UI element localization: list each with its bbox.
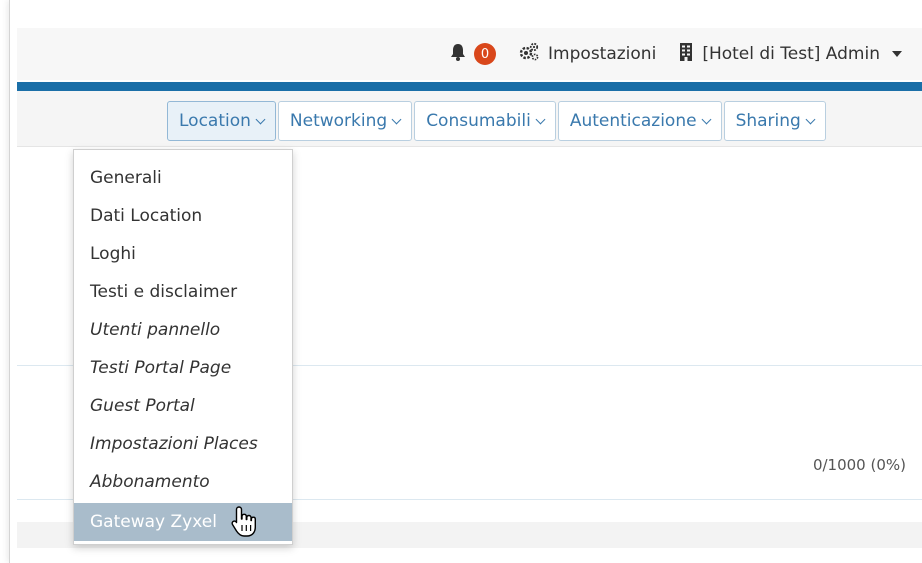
settings-label: Impostazioni <box>548 44 657 64</box>
tab-label: Consumabili <box>426 111 531 131</box>
building-icon <box>678 42 694 67</box>
menu-item-generali[interactable]: Generali <box>74 159 292 197</box>
chevron-down-icon <box>391 114 402 124</box>
menu-item-guest-portal[interactable]: Guest Portal <box>74 387 292 425</box>
tab-label: Autenticazione <box>569 111 697 131</box>
caret-down-icon <box>892 51 902 57</box>
user-label: [Hotel di Test] Admin <box>702 44 880 64</box>
notification-badge: 0 <box>474 43 497 65</box>
menu-item-dati-location[interactable]: Dati Location <box>74 197 292 235</box>
gears-icon <box>518 42 540 67</box>
tab-consumabili[interactable]: Consumabili <box>414 101 556 141</box>
bell-icon[interactable] <box>448 42 468 67</box>
tab-label: Location <box>179 111 251 131</box>
menu-item-abbonamento[interactable]: Abbonamento <box>74 463 292 501</box>
chevron-down-icon <box>805 114 816 124</box>
tab-networking[interactable]: Networking <box>277 101 413 141</box>
usage-counter: 0/1000 (0%) <box>812 456 906 474</box>
menu-item-impostazioni-places[interactable]: Impostazioni Places <box>74 425 292 463</box>
top-header: 0 Impostazioni [Hotel di Test] Admin <box>17 28 922 80</box>
location-dropdown-menu: Generali Dati Location Loghi Testi e dis… <box>73 149 293 545</box>
notifications[interactable]: 0 <box>448 42 497 67</box>
menu-item-testi-disclaimer[interactable]: Testi e disclaimer <box>74 273 292 311</box>
tab-location[interactable]: Location <box>167 101 276 141</box>
menu-item-testi-portal-page[interactable]: Testi Portal Page <box>74 349 292 387</box>
tab-label: Sharing <box>735 111 801 131</box>
chevron-down-icon <box>535 114 546 124</box>
tab-autenticazione[interactable]: Autenticazione <box>557 101 722 141</box>
menu-item-utenti-pannello[interactable]: Utenti pannello <box>74 311 292 349</box>
menu-item-loghi[interactable]: Loghi <box>74 235 292 273</box>
tab-label: Networking <box>289 111 388 131</box>
accent-bar <box>17 82 922 91</box>
settings-link[interactable]: Impostazioni <box>518 42 656 67</box>
hand-pointer-icon <box>230 505 258 539</box>
chevron-down-icon <box>701 114 712 124</box>
user-menu[interactable]: [Hotel di Test] Admin <box>678 42 902 67</box>
nav-tabs: Location Networking Consumabili Autentic… <box>167 101 826 141</box>
chevron-down-icon <box>255 114 266 124</box>
tab-sharing[interactable]: Sharing <box>723 101 826 141</box>
menu-item-gateway-zyxel[interactable]: Gateway Zyxel <box>74 503 292 541</box>
